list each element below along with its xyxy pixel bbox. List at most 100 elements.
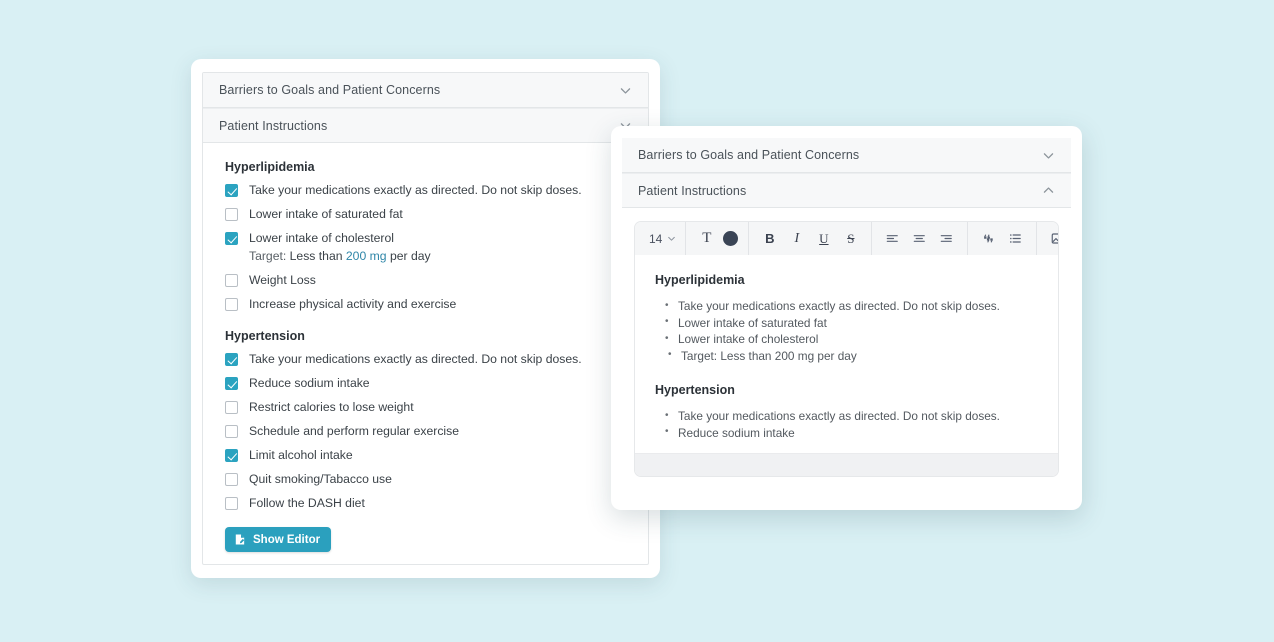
checkbox[interactable] [225,298,238,311]
toolbar-group-style: B I U S [749,222,873,255]
checklist-item[interactable]: Weight Loss [225,273,648,287]
strikethrough-icon[interactable]: S [839,227,862,250]
checklist-item[interactable]: Increase physical activity and exercise [225,297,648,311]
checklist-item-label: Limit alcohol intake [249,448,353,462]
editor-bullet-list: Take your medications exactly as directe… [665,298,1038,348]
popup-accordion-title-patient-instructions: Patient Instructions [638,183,747,198]
target-prefix: Target: [249,249,287,263]
editor-bullet: Lower intake of cholesterol [665,331,1038,348]
checklist-item-label: Quit smoking/Tabacco use [249,472,392,486]
checklist-item-label: Take your medications exactly as directe… [249,352,582,366]
bulleted-list-icon[interactable] [1004,227,1027,250]
target-strong: Less than [289,249,343,263]
checklist-item-label: Take your medications exactly as directe… [249,183,582,197]
accordion-header-patient-instructions[interactable]: Patient Instructions [203,108,648,143]
editor-bullet: Reduce sodium intake [665,424,1038,442]
cholesterol-target-text: Target: Less than 200 mg per day [249,249,648,264]
editor-heading-hypertension: Hypertension [655,383,735,397]
checklist-item[interactable]: Follow the DASH diet [225,496,648,510]
toolbar-group-insert [1037,222,1058,255]
insert-image-icon[interactable] [1046,227,1058,250]
accordion-title-patient-instructions: Patient Instructions [219,118,328,133]
popup-accordion-header-barriers[interactable]: Barriers to Goals and Patient Concerns [622,138,1071,173]
blockquote-icon[interactable] [977,227,1000,250]
card-inner-frame: Barriers to Goals and Patient Concerns P… [202,72,649,565]
checkbox[interactable] [225,353,238,366]
chevron-down-icon[interactable] [619,84,632,97]
editor-bullet-list: Take your medications exactly as directe… [665,408,1038,441]
accordion-header-barriers[interactable]: Barriers to Goals and Patient Concerns [203,73,648,108]
editor-sub-bullet-list: Target: Less than 200 mg per day [668,347,1038,365]
toolbar-group-blocks [968,222,1038,255]
bold-icon[interactable]: B [758,227,781,250]
target-value: 200 mg [345,249,387,263]
chevron-down-icon[interactable] [1042,149,1055,162]
editor-statusbar [635,453,1058,476]
checkbox[interactable] [225,377,238,390]
editor-toolbar: 14 T B I U S [635,222,1058,255]
checklist-item[interactable]: Limit alcohol intake [225,448,648,462]
checklist-item[interactable]: Quit smoking/Tabacco use [225,472,648,486]
font-size-selector[interactable]: 14 [647,232,678,246]
editor-content-area[interactable]: Hyperlipidemia Take your medications exa… [635,255,1058,453]
instructions-checklist: Hyperlipidemia Take your medications exa… [203,143,648,552]
toolbar-group-fontsize: 14 [640,222,687,255]
checklist-item[interactable]: Reduce sodium intake [225,376,648,390]
strikethrough-glyph: S [847,231,855,246]
checklist-item-label: Follow the DASH diet [249,496,365,510]
bold-glyph: B [765,231,775,246]
checklist-item[interactable]: Schedule and perform regular exercise [225,424,648,438]
checklist-item-label: Weight Loss [249,273,316,287]
chevron-down-icon [667,234,676,243]
checkbox[interactable] [225,401,238,414]
text-color-swatch[interactable] [723,231,739,246]
checklist-item[interactable]: Take your medications exactly as directe… [225,352,648,366]
show-editor-button[interactable]: Show Editor [225,527,332,552]
checkbox[interactable] [225,274,238,287]
file-document-icon [234,533,247,546]
underline-icon[interactable]: U [812,227,835,250]
checklist-item[interactable]: Restrict calories to lose weight [225,400,648,414]
checklist-item[interactable]: Lower intake of saturated fat [225,207,648,221]
text-format-icon[interactable]: T [695,227,718,250]
align-left-icon[interactable] [881,227,904,250]
checklist-item[interactable]: Take your medications exactly as directe… [225,183,648,197]
chevron-up-icon[interactable] [1042,184,1055,197]
editor-popup-card: Barriers to Goals and Patient Concerns P… [611,126,1082,510]
patient-instructions-card: Barriers to Goals and Patient Concerns P… [191,59,660,578]
font-size-value: 14 [649,231,663,246]
group-title-hyperlipidemia: Hyperlipidemia [225,160,315,174]
checklist-item-label: Lower intake of cholesterol [249,231,394,245]
rich-text-editor: 14 T B I U S Hyperlipidemia • Take your … [634,221,1059,477]
checklist-item[interactable]: Lower intake of cholesterol [225,231,648,245]
italic-glyph: I [794,230,800,246]
checklist-item-label: Lower intake of saturated fat [249,207,403,221]
editor-sub-bullet: Target: Less than 200 mg per day [668,347,1038,365]
checklist-item-label: Restrict calories to lose weight [249,400,414,414]
checklist-item-label: Schedule and perform regular exercise [249,424,460,438]
popup-accordion-header-patient-instructions[interactable]: Patient Instructions [622,173,1071,208]
checkbox[interactable] [225,473,238,486]
toolbar-group-text: T [686,222,750,255]
italic-icon[interactable]: I [785,227,808,250]
align-right-icon[interactable] [935,227,958,250]
editor-bullet: Lower intake of saturated fat [665,314,1038,332]
checkbox[interactable] [225,208,238,221]
accordion-title-barriers: Barriers to Goals and Patient Concerns [219,83,441,97]
checklist-item-label: Increase physical activity and exercise [249,297,457,311]
underline-glyph: U [819,231,829,246]
checkbox[interactable] [225,449,238,462]
checkbox[interactable] [225,425,238,438]
target-suffix: per day [389,249,431,263]
checkbox[interactable] [225,184,238,197]
show-editor-button-label: Show Editor [253,533,321,546]
checkbox[interactable] [225,232,238,245]
group-title-hypertension: Hypertension [225,329,305,343]
editor-bullet: Take your medications exactly as directe… [665,298,1038,315]
checkbox[interactable] [225,497,238,510]
toolbar-group-align [872,222,969,255]
checklist-item-label: Reduce sodium intake [249,376,370,390]
editor-bullet: Take your medications exactly as directe… [665,408,1038,425]
align-center-icon[interactable] [908,227,931,250]
editor-heading-hyperlipidemia: Hyperlipidemia [655,273,745,287]
